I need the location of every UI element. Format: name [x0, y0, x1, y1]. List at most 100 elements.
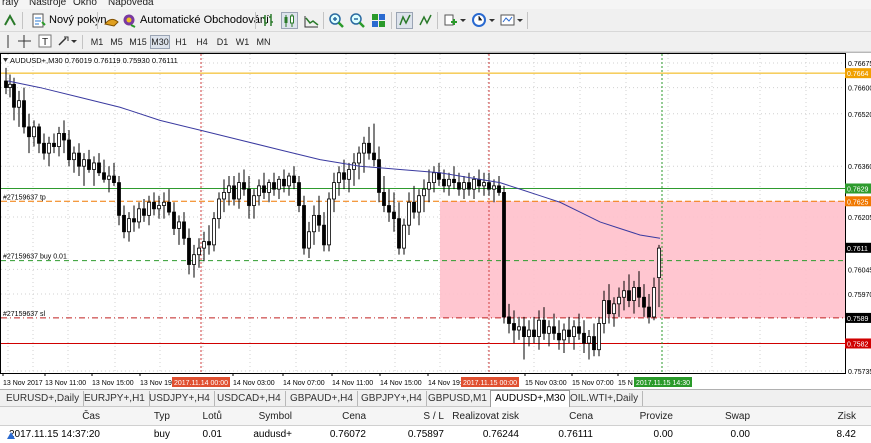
timeframe-mn[interactable]: MN: [254, 35, 273, 49]
candle-body: [167, 201, 171, 213]
candle-body: [542, 319, 546, 334]
svg-text:T: T: [42, 37, 48, 48]
candle-body: [437, 172, 441, 180]
indicators-icon[interactable]: [442, 12, 459, 29]
tab-gbpjpy-h4[interactable]: GBPJPY+,H4: [357, 391, 427, 406]
candle-body: [587, 336, 591, 344]
candle-body: [27, 126, 31, 138]
column-header-price[interactable]: Cena: [292, 407, 366, 425]
candle-body: [467, 182, 471, 190]
tab-audusd-m30[interactable]: AUDUSD+,M30: [490, 390, 571, 407]
new-order-icon: [31, 13, 46, 28]
timeframe-m1[interactable]: M1: [88, 35, 106, 49]
menu-item-window[interactable]: Okno: [73, 0, 97, 8]
candle-body: [602, 300, 606, 324]
candle-body: [137, 208, 141, 223]
candle-body: [287, 175, 291, 187]
vertical-line-icon[interactable]: [0, 33, 17, 50]
autoscroll-icon[interactable]: [417, 12, 434, 29]
time-axis-label: 14 Nov 07:00: [283, 380, 325, 387]
chevron-down-icon[interactable]: [70, 33, 78, 50]
timeframe-h1[interactable]: H1: [172, 35, 190, 49]
price-axis-label: 0.76205: [848, 215, 871, 222]
zoom-out-icon[interactable]: [349, 12, 366, 29]
candle-body: [567, 329, 571, 337]
sort-icon[interactable]: [2, 12, 19, 29]
price-highlight-text: 0.7625: [847, 199, 869, 206]
candle-body: [347, 169, 351, 180]
column-header-time[interactable]: Čas: [0, 407, 100, 425]
tab-eurusd-daily[interactable]: EURUSD+,Daily: [2, 391, 85, 406]
text-tool-icon[interactable]: T: [37, 33, 54, 50]
timeframe-h4[interactable]: H4: [193, 35, 211, 49]
column-header-lots[interactable]: Lotů: [170, 407, 222, 425]
timeframe-m15[interactable]: M15: [128, 35, 148, 49]
autotrading-button[interactable]: Automatické Obchodování: [101, 10, 272, 30]
candle-body: [92, 162, 96, 170]
candle-body: [407, 201, 411, 226]
timeframe-w1[interactable]: W1: [234, 35, 251, 49]
tile-windows-icon[interactable]: [370, 12, 387, 29]
candle-body: [142, 208, 146, 216]
candle-body: [482, 182, 486, 187]
timeframe-d1[interactable]: D1: [214, 35, 231, 49]
tab-oil-wti-daily[interactable]: OIL.WTI+,Daily: [566, 391, 644, 406]
time-marker-text: 2017.11.14 00:00: [174, 380, 228, 387]
line-chart-icon[interactable]: [303, 12, 320, 29]
timeframe-m30[interactable]: M30: [150, 35, 170, 49]
candle-body: [132, 218, 136, 223]
column-header-profit[interactable]: Zisk: [750, 407, 856, 425]
time-marker-text: 2017.11.15 14:30: [636, 380, 690, 387]
cell-type: buy: [153, 429, 170, 440]
column-header-current-price[interactable]: Cena: [519, 407, 593, 425]
candle-body: [607, 300, 611, 315]
candle-body: [477, 178, 481, 187]
candle-body: [192, 254, 196, 265]
candle-body: [207, 241, 211, 246]
chevron-down-icon[interactable]: [516, 12, 524, 29]
menu-item-tools[interactable]: Nástroje: [29, 0, 66, 8]
menu-item-charts[interactable]: rafy: [2, 0, 19, 8]
time-axis-label: 15 Nov 07:00: [572, 380, 614, 387]
candle-body: [122, 214, 126, 233]
column-header-tp[interactable]: Realizovat zisk: [444, 407, 519, 425]
price-chart[interactable]: #27159637 tp #27159637 buy 0.01 #27159637 …: [0, 52, 871, 389]
chevron-down-icon[interactable]: [488, 12, 496, 29]
templates-icon[interactable]: [499, 12, 516, 29]
table-row[interactable]: 2017.11.15 14:37:20 buy 0.01 audusd+ 0.76072…: [0, 426, 871, 443]
column-header-commission[interactable]: Provize: [593, 407, 673, 425]
hat-icon: [104, 13, 119, 28]
candle-body: [227, 185, 231, 193]
column-header-swap[interactable]: Swap: [673, 407, 750, 425]
candle-body: [32, 126, 36, 138]
time-axis-label: 13 Nov 2017: [3, 380, 43, 387]
tab-gbpusd-m1[interactable]: GBPUSD,M1: [424, 391, 492, 406]
column-header-sl[interactable]: S / L: [366, 407, 444, 425]
column-header-type[interactable]: Typ: [105, 407, 170, 425]
tab-eurjpy-h1[interactable]: EURJPY+,H1: [80, 391, 150, 406]
candle-body: [532, 329, 536, 337]
menu-item-help[interactable]: Nápověda: [108, 0, 154, 8]
timeframe-m5[interactable]: M5: [107, 35, 126, 49]
price-axis-label: 0.76600: [848, 86, 871, 93]
tab-usdjpy-h4[interactable]: USDJPY+,H4: [145, 391, 215, 406]
tab-usdcad-h4[interactable]: USDCAD+,H4: [213, 391, 286, 406]
candle-body: [332, 182, 336, 200]
tab-gbpaud-h4[interactable]: GBPAUD+,H4: [286, 391, 358, 406]
candle-body: [72, 152, 76, 161]
chart-canvas[interactable]: #27159637 tp #27159637 buy 0.01 #27159637 …: [0, 53, 871, 390]
chevron-down-icon[interactable]: [459, 12, 467, 29]
candlestick-icon[interactable]: [281, 12, 298, 29]
candle-body: [107, 175, 111, 180]
periods-icon[interactable]: [471, 12, 488, 29]
zoom-in-icon[interactable]: [328, 12, 345, 29]
toolbar-separator: [255, 12, 256, 29]
cell-sl: 0.75897: [407, 429, 444, 440]
column-header-symbol[interactable]: Symbol: [222, 407, 292, 425]
candle-body: [357, 152, 361, 164]
chart-shift-icon[interactable]: [396, 12, 413, 29]
price-highlight-text: 0.7664: [847, 71, 869, 78]
bar-chart-icon[interactable]: [260, 12, 277, 29]
crosshair-icon[interactable]: [16, 33, 33, 50]
candle-body: [52, 142, 56, 147]
